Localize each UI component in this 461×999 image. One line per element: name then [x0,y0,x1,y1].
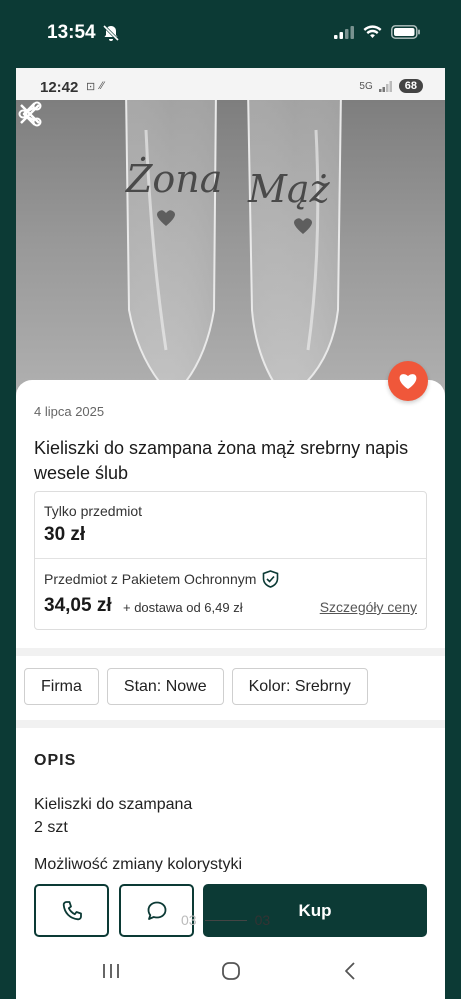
bell-muted-icon [102,24,120,42]
home-icon[interactable] [220,960,242,982]
page-indicator: 03 03 [181,912,270,928]
description-heading: OPIS [34,752,77,769]
description-line: 2 szt [34,819,68,836]
shipping-info: + dostawa od 6,49 zł [123,600,243,615]
message-button[interactable] [119,884,194,937]
price-details-link[interactable]: Szczegóły ceny [320,599,417,615]
chip-condition[interactable]: Stan: Nowe [106,668,224,705]
divider [35,558,426,559]
glass-text-right: Mąż [247,167,331,211]
chip-brand[interactable]: Firma [24,668,99,705]
screenshot-icon: ⊡ [86,81,96,93]
phone-icon [62,900,82,920]
buy-button[interactable]: Kup [203,884,427,937]
page-current: 03 [181,912,197,928]
listing-title: Kieliszki do szampana żona mąż srebrny n… [34,438,409,483]
battery-level: 68 [398,79,423,93]
wifi-icon [363,25,382,38]
android-status-icons: 5G 68 [359,79,423,93]
data-icon: ⁄⁄ [100,80,104,92]
chip-color[interactable]: Kolor: Srebrny [231,668,368,705]
android-nav-bar [16,942,445,999]
protected-label-row: Przedmiot z Pakietem Ochronnym [44,570,279,588]
ios-time: 13:54 [47,22,96,43]
item-only-price: 30 zł [44,524,86,545]
section-divider [16,720,445,728]
app-screen: 12:42 ⊡ ⁄⁄ 5G 68 Żona Mąż 4 lipca 2025 K… [16,68,445,999]
listing-date: 4 lipca 2025 [34,404,105,419]
price-box: Tylko przedmiot 30 zł Przedmiot z Pakiet… [34,491,427,630]
nav-back-icon[interactable] [340,960,362,982]
share-icon[interactable] [16,100,44,128]
glass-text-left: Żona [125,157,222,201]
recents-icon[interactable] [100,960,122,982]
ios-status-bar: 13:54 [0,0,461,68]
shield-check-icon[interactable] [262,570,279,588]
signal-icon [334,25,354,39]
page-indicator-line [204,919,247,921]
android-status-bar: 12:42 ⊡ ⁄⁄ 5G 68 [16,68,445,100]
description-text: Kieliszki do szampana 2 szt [34,793,192,839]
action-bar: Kup [16,872,445,942]
protected-price: 34,05 zł [44,595,112,616]
ios-status-icons [334,25,421,39]
section-divider [16,648,445,656]
heart-icon [399,374,417,389]
item-only-label: Tylko przedmiot [44,503,143,519]
cell-signal-icon [378,80,392,92]
chat-icon [147,901,166,920]
notification-icons: ⊡ ⁄⁄ [86,80,104,93]
page-total: 03 [254,912,271,928]
battery-icon [391,25,420,39]
call-button[interactable] [34,884,109,937]
android-time: 12:42 [40,79,79,96]
protected-label: Przedmiot z Pakietem Ochronnym [44,571,257,587]
description-line: Kieliszki do szampana [34,796,193,813]
attribute-chips: Firma Stan: Nowe Kolor: Srebrny [24,668,368,705]
network-type: 5G [359,80,373,92]
favorite-button[interactable] [388,361,428,401]
